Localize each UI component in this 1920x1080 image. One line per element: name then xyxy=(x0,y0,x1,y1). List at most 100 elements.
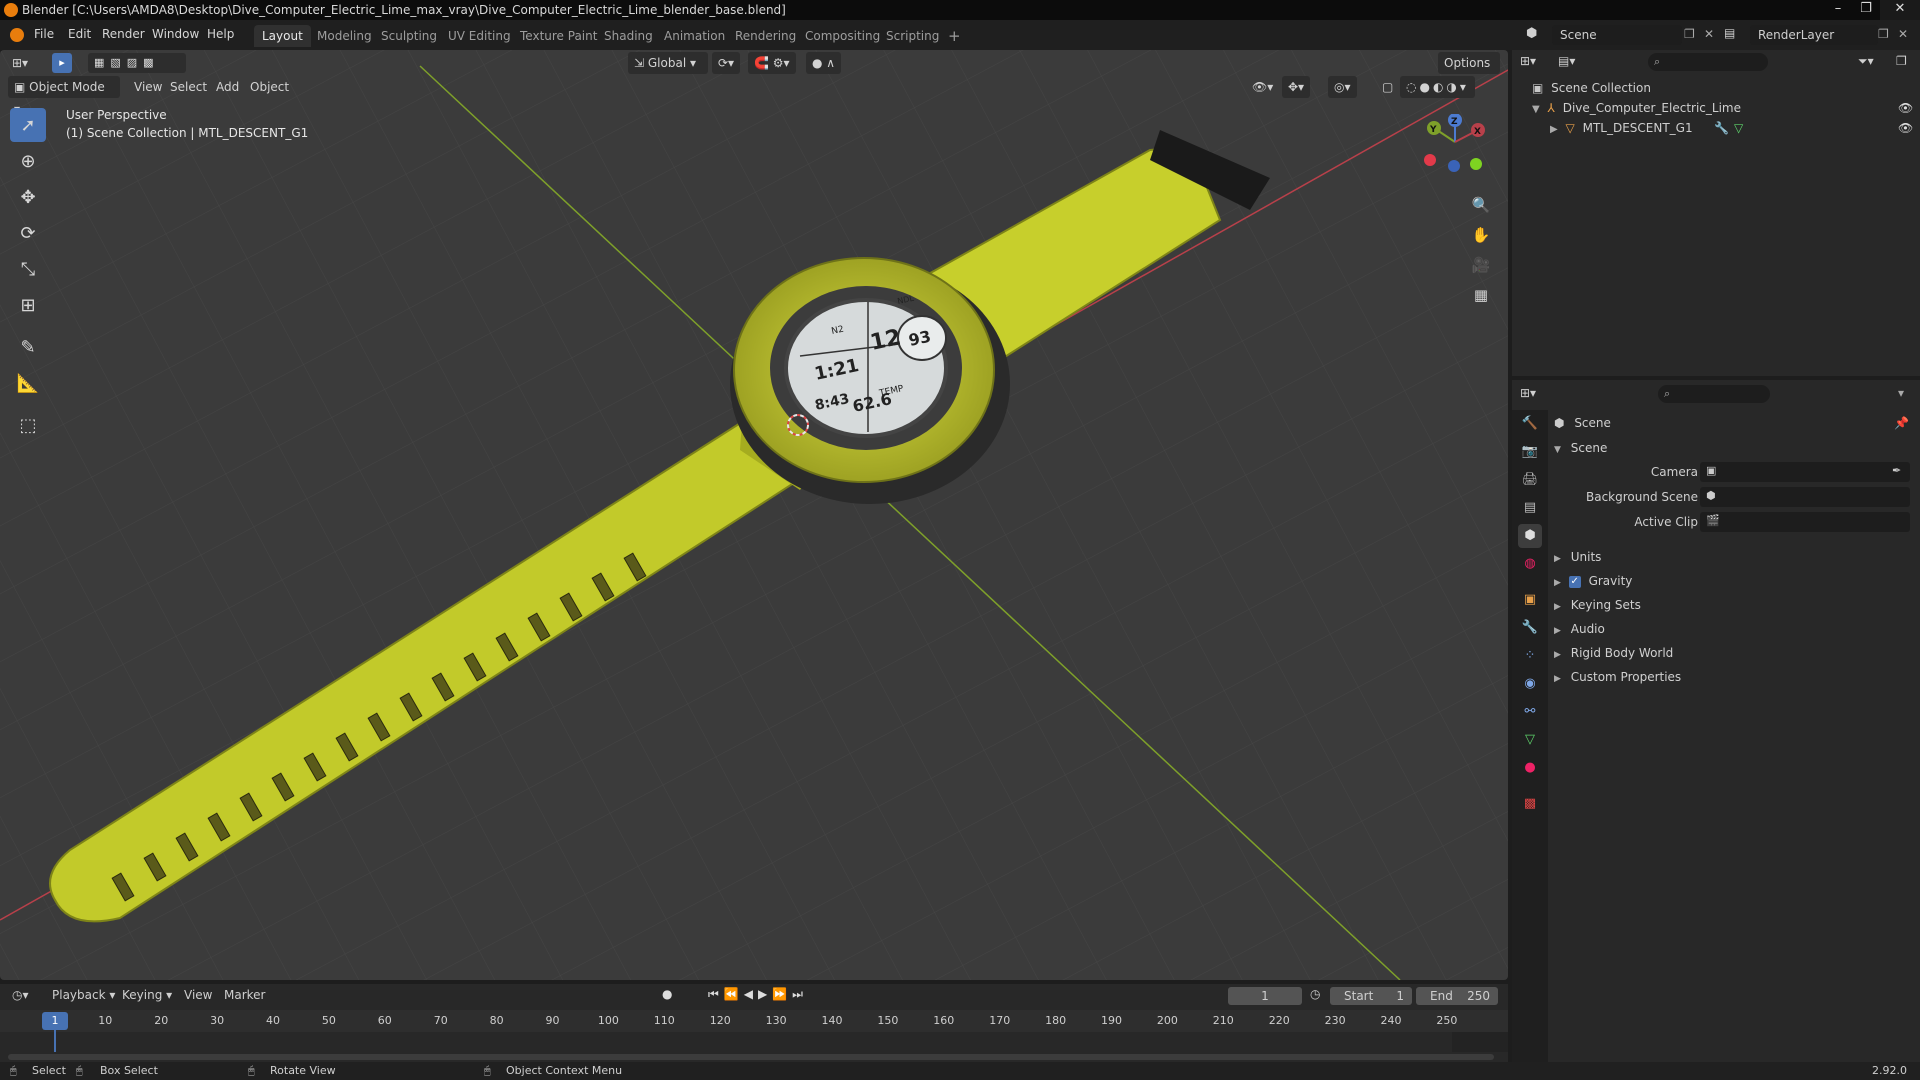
render-tab-icon[interactable]: 📷 xyxy=(1518,440,1542,464)
pan-hand-icon[interactable]: ✋ xyxy=(1468,222,1494,248)
panel-keying-sets[interactable]: ▶ Keying Sets xyxy=(1554,598,1641,612)
zoom-icon[interactable]: 🔍 xyxy=(1468,192,1494,218)
minimize-button[interactable]: – xyxy=(1824,0,1852,20)
panel-custom-properties[interactable]: ▶ Custom Properties xyxy=(1554,670,1681,684)
panel-gravity[interactable]: ▶ ✓ Gravity xyxy=(1554,574,1632,588)
scene-browse-icon[interactable]: ⬢ xyxy=(1526,26,1544,44)
cursor-tool-icon[interactable]: ⊕ xyxy=(10,144,46,178)
viewport-menu-select[interactable]: Select xyxy=(164,76,213,98)
viewport-menu-view[interactable]: View xyxy=(128,76,168,98)
tab-shading[interactable]: Shading xyxy=(596,25,661,47)
camera-field[interactable]: ▣ ✒ xyxy=(1700,462,1910,482)
tab-compositing[interactable]: Compositing xyxy=(797,25,888,47)
gravity-checkbox[interactable]: ✓ xyxy=(1568,575,1581,588)
panel-units[interactable]: ▶ Units xyxy=(1554,550,1601,564)
outliner-search-field[interactable]: ⌕ xyxy=(1648,53,1768,71)
mesh-data-icon[interactable]: ▽ xyxy=(1734,118,1743,138)
timeline-editor[interactable]: ◷▾ Playback ▾ Keying ▾ View Marker ● ⏮⏪◀… xyxy=(0,984,1508,1062)
particles-tab-icon[interactable]: ⁘ xyxy=(1518,644,1542,668)
transform-tool-icon[interactable]: ⊞ xyxy=(10,288,46,322)
snapping-dropdown[interactable]: 🧲 ⚙▾ xyxy=(748,52,796,74)
viewport-menu-object[interactable]: Object xyxy=(244,76,295,98)
eyedropper-icon[interactable]: ✒ xyxy=(1892,464,1901,477)
transform-orientation-dropdown[interactable]: ⇲ Global ▾ xyxy=(628,52,708,74)
tab-animation[interactable]: Animation xyxy=(656,25,733,47)
camera-view-icon[interactable]: 🎥 xyxy=(1468,252,1494,278)
panel-audio[interactable]: ▶ Audio xyxy=(1554,622,1605,636)
overlay-toggle-icon[interactable]: ◎▾ xyxy=(1328,76,1357,98)
pin-icon[interactable]: 📌 xyxy=(1894,412,1909,434)
texture-tab-icon[interactable]: ▩ xyxy=(1518,792,1542,816)
active-clip-field[interactable]: 🎬 xyxy=(1700,512,1910,532)
scene-section-header[interactable]: ▼ Scene xyxy=(1554,441,1607,455)
scene-new-icon[interactable]: ❐ xyxy=(1684,27,1695,41)
properties-search-field[interactable]: ⌕ xyxy=(1658,385,1770,403)
background-scene-field[interactable]: ⬢ xyxy=(1700,487,1910,507)
visibility-eye-icon[interactable]: 👁 xyxy=(1898,118,1913,138)
tab-modeling[interactable]: Modeling xyxy=(309,25,380,47)
expand-arrow-icon[interactable]: ▶ xyxy=(1550,124,1558,135)
mesh-data-tab-icon[interactable]: ▽ xyxy=(1518,728,1542,752)
object-tab-icon[interactable]: ▣ xyxy=(1518,588,1542,612)
constraints-tab-icon[interactable]: ⚯ xyxy=(1518,700,1542,724)
start-frame-field[interactable]: Start 1 xyxy=(1330,987,1412,1005)
options-dropdown[interactable]: Options ▾ xyxy=(1438,52,1500,92)
modifier-tab-icon[interactable]: 🔧 xyxy=(1518,616,1542,640)
modifier-wrench-icon[interactable]: 🔧 xyxy=(1714,118,1729,138)
menu-window[interactable]: Window xyxy=(152,27,199,41)
add-cube-tool-icon[interactable]: ⬚ xyxy=(10,408,46,442)
world-tab-icon[interactable]: ◍ xyxy=(1518,552,1542,576)
tab-sculpting[interactable]: Sculpting xyxy=(373,25,445,47)
menu-edit[interactable]: Edit xyxy=(68,27,91,41)
tab-uv-editing[interactable]: UV Editing xyxy=(440,25,519,47)
annotate-tool-icon[interactable]: ✎ xyxy=(10,330,46,364)
navigation-gizmo[interactable]: Y Z X xyxy=(1410,114,1490,180)
viewlayer-new-icon[interactable]: ❐ xyxy=(1878,27,1889,41)
rotate-tool-icon[interactable]: ⟳ xyxy=(10,216,46,250)
tool-settings-tab-icon[interactable]: 🔨 xyxy=(1518,412,1542,436)
viewport-scene-canvas[interactable]: 12 93 1:21 62.6 8:43 TEMP NDL N2 xyxy=(0,50,1508,980)
end-frame-field[interactable]: End 250 xyxy=(1416,987,1498,1005)
xray-toggle-icon[interactable]: ▢ xyxy=(1376,76,1399,98)
viewlayer-delete-icon[interactable]: ✕ xyxy=(1898,27,1908,41)
proportional-edit-button[interactable]: ● ∧ xyxy=(806,52,842,74)
timeline-menu-marker[interactable]: Marker xyxy=(224,988,265,1002)
outliner-row-scene-collection[interactable]: ▣ Scene Collection xyxy=(1516,78,1916,98)
playback-controls[interactable]: ⏮⏪◀▶⏩⏭ xyxy=(708,987,808,1002)
outliner-display-mode-icon[interactable]: ▤▾ xyxy=(1558,54,1575,68)
menu-file[interactable]: File xyxy=(34,27,54,41)
panel-rigid-body-world[interactable]: ▶ Rigid Body World xyxy=(1554,646,1673,660)
timeline-menu-keying[interactable]: Keying ▾ xyxy=(122,988,172,1002)
current-frame-field[interactable]: 1 xyxy=(1228,987,1302,1005)
menu-render[interactable]: Render xyxy=(102,27,145,41)
tweak-tool-icon[interactable]: ➚ xyxy=(10,108,46,142)
auto-keying-icon[interactable]: ● xyxy=(662,987,672,1001)
timeline-scrollbar[interactable] xyxy=(8,1054,1494,1060)
tab-texture-paint[interactable]: Texture Paint xyxy=(512,25,605,47)
perspective-grid-icon[interactable]: ▦ xyxy=(1468,282,1494,308)
object-mode-dropdown[interactable]: ▣ Object Mode ▾ xyxy=(8,76,120,116)
measure-tool-icon[interactable]: 📐 xyxy=(10,366,46,400)
move-tool-icon[interactable]: ✥ xyxy=(10,180,46,214)
view-layer-tab-icon[interactable]: ▤ xyxy=(1518,496,1542,520)
pivot-point-dropdown[interactable]: ⟳▾ xyxy=(712,52,741,74)
editor-type-icon[interactable]: ⊞▾ xyxy=(6,52,34,74)
tab-layout[interactable]: Layout xyxy=(254,25,311,47)
shading-mode-icons[interactable]: ◌●◐◑▾ xyxy=(1400,76,1475,98)
outliner-new-collection-icon[interactable]: ❐ xyxy=(1896,54,1907,68)
material-tab-icon[interactable]: ● xyxy=(1518,756,1542,780)
viewport-menu-add[interactable]: Add xyxy=(210,76,245,98)
menu-help[interactable]: Help xyxy=(207,27,234,41)
outliner-editor-type-icon[interactable]: ⊞▾ xyxy=(1520,54,1536,68)
timeline-editor-type-icon[interactable]: ◷▾ xyxy=(12,988,29,1002)
outliner-filter-icon[interactable]: ⏷▾ xyxy=(1858,54,1874,69)
viewlayer-browse-icon[interactable]: ▤ xyxy=(1724,26,1735,40)
selection-mode-icons[interactable]: ▦▧▨▩ xyxy=(88,53,186,73)
timeline-menu-playback[interactable]: Playback ▾ xyxy=(52,988,115,1002)
expand-arrow-icon[interactable]: ▼ xyxy=(1532,104,1540,115)
scene-tab-icon[interactable]: ⬢ xyxy=(1518,524,1542,548)
scene-delete-icon[interactable]: ✕ xyxy=(1704,27,1714,41)
maximize-button[interactable]: ❐ xyxy=(1852,0,1880,20)
select-tool-icon[interactable]: ▸ xyxy=(52,53,72,73)
physics-tab-icon[interactable]: ◉ xyxy=(1518,672,1542,696)
